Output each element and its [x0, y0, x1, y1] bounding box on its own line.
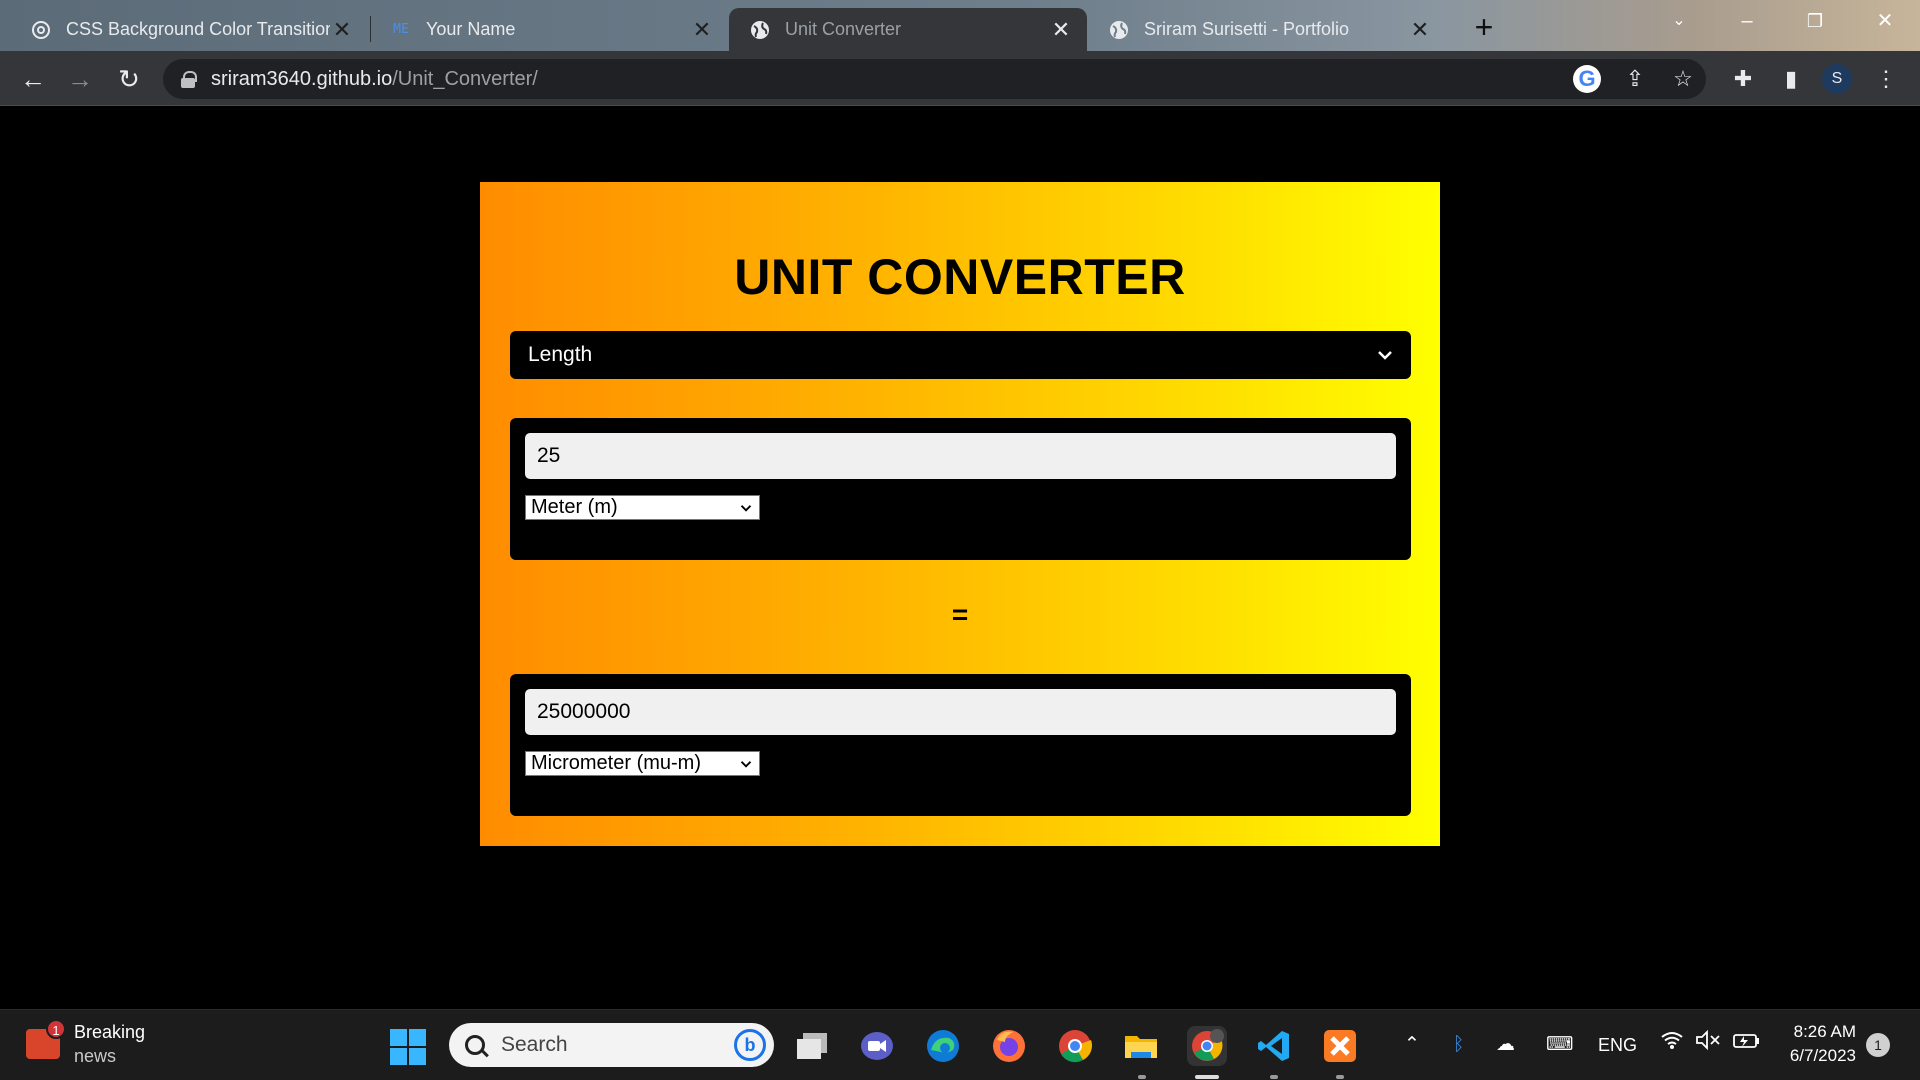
news-widget[interactable]: 1 Breaking news	[26, 1019, 146, 1068]
battery-icon[interactable]	[1732, 1030, 1762, 1060]
extensions-icon[interactable]: ✚	[1727, 63, 1759, 95]
file-explorer-icon[interactable]	[1121, 1026, 1161, 1066]
news-icon: 1	[26, 1019, 66, 1059]
back-button[interactable]: ←	[15, 61, 51, 97]
edge-icon[interactable]	[923, 1026, 963, 1066]
url-path: /Unit_Converter/	[392, 67, 538, 90]
globe-icon	[749, 19, 771, 41]
onedrive-icon[interactable]: ☁	[1496, 1030, 1515, 1060]
measurement-type-select[interactable]: Length	[510, 331, 1411, 379]
taskbar: 1 Breaking news Search b ⌃ ᛒ ☁ ⌨ ENG 8:2…	[0, 1009, 1920, 1080]
close-icon[interactable]: ✕	[1049, 17, 1073, 42]
news-subtitle: news	[74, 1046, 117, 1066]
notification-badge[interactable]: 1	[1866, 1033, 1890, 1057]
from-unit-value: Meter (m)	[531, 496, 618, 518]
close-icon[interactable]: ✕	[1408, 17, 1432, 42]
clock-date: 6/7/2023	[1789, 1046, 1856, 1065]
running-indicator	[1138, 1075, 1146, 1079]
share-icon[interactable]: ⇪	[1621, 65, 1649, 93]
tab-portfolio[interactable]: Sriram Surisetti - Portfolio ✕	[1088, 8, 1446, 51]
reload-button[interactable]: ↻	[111, 61, 147, 97]
active-indicator	[1195, 1075, 1219, 1079]
close-icon[interactable]: ✕	[330, 17, 354, 42]
globe-icon	[1108, 19, 1130, 41]
taskbar-search[interactable]: Search b	[449, 1023, 774, 1067]
from-value-input[interactable]: 25	[525, 433, 1396, 479]
bookmark-star-icon[interactable]: ☆	[1669, 65, 1697, 93]
bing-icon[interactable]: b	[734, 1029, 766, 1061]
vscode-icon[interactable]	[1254, 1026, 1294, 1066]
search-placeholder: Search	[501, 1033, 568, 1056]
tab-title: Unit Converter	[785, 19, 902, 39]
to-value: 25000000	[537, 700, 631, 723]
wifi-icon[interactable]	[1660, 1030, 1684, 1060]
volume-muted-icon[interactable]	[1695, 1029, 1721, 1060]
xampp-icon[interactable]	[1320, 1026, 1360, 1066]
browser-toolbar: ← → ↻ sriram3640.github.io/Unit_Converte…	[0, 51, 1920, 106]
tab-css-background[interactable]: CSS Background Color Transition ✕	[10, 8, 368, 51]
me-icon: ME	[393, 22, 409, 37]
tab-title: Your Name	[426, 19, 516, 39]
chevron-down-icon	[740, 505, 752, 512]
news-badge: 1	[46, 1019, 66, 1039]
to-unit-select[interactable]: Micrometer (mu-m)	[525, 751, 760, 776]
news-title: Breaking	[74, 1022, 146, 1042]
to-value-input[interactable]: 25000000	[525, 689, 1396, 735]
forward-button[interactable]: →	[62, 61, 98, 97]
minimize-button[interactable]: –	[1722, 6, 1772, 36]
keyboard-icon[interactable]: ⌨	[1546, 1030, 1573, 1060]
search-icon	[465, 1035, 485, 1055]
menu-icon[interactable]: ⋮	[1870, 63, 1902, 95]
language-indicator[interactable]: ENG	[1598, 1030, 1637, 1060]
lock-icon	[181, 71, 197, 88]
teams-chat-icon[interactable]	[857, 1026, 897, 1066]
measurement-type-value: Length	[528, 343, 593, 366]
chrome-profile-icon[interactable]	[1187, 1026, 1227, 1066]
tab-title: Sriram Surisetti - Portfolio	[1144, 19, 1350, 39]
chrome-icon[interactable]	[1055, 1026, 1095, 1066]
equals-sign: =	[951, 599, 969, 630]
side-panel-icon[interactable]: ▮	[1775, 63, 1807, 95]
tab-title: CSS Background Color Transition	[66, 19, 330, 39]
google-icon[interactable]: G	[1573, 65, 1601, 93]
to-unit-value: Micrometer (mu-m)	[531, 752, 701, 774]
running-indicator	[1336, 1075, 1344, 1079]
bluetooth-icon[interactable]: ᛒ	[1453, 1030, 1464, 1060]
page-title: UNIT CONVERTER	[734, 249, 1186, 305]
clock-time: 8:26 AM	[1793, 1022, 1856, 1041]
show-hidden-icons[interactable]: ⌃	[1404, 1030, 1420, 1060]
new-tab-button[interactable]: +	[1468, 11, 1500, 44]
clock[interactable]: 8:26 AM 6/7/2023	[1778, 1020, 1856, 1068]
firefox-icon[interactable]	[989, 1026, 1029, 1066]
start-button[interactable]	[390, 1029, 426, 1065]
chevron-down-icon	[1378, 351, 1392, 360]
profile-button[interactable]: S	[1822, 64, 1854, 96]
from-panel: 25 Meter (m)	[510, 418, 1411, 560]
task-view-icon[interactable]	[792, 1026, 832, 1066]
to-panel: 25000000 Micrometer (mu-m)	[510, 674, 1411, 816]
close-window-button[interactable]: ✕	[1860, 6, 1910, 36]
running-indicator	[1270, 1075, 1278, 1079]
converter-card: UNIT CONVERTER Length 25 Meter (m) = 250…	[480, 182, 1440, 846]
url-host: sriram3640.github.io	[211, 67, 393, 90]
tab-search-icon[interactable]: ⌄	[1654, 6, 1704, 36]
avatar: S	[1822, 64, 1852, 94]
restore-button[interactable]: ❐	[1790, 6, 1840, 36]
from-value: 25	[537, 444, 561, 467]
close-icon[interactable]: ✕	[690, 17, 714, 42]
chevron-down-icon	[740, 761, 752, 768]
tab-unit-converter[interactable]: Unit Converter ✕	[729, 8, 1087, 51]
chatgpt-icon	[30, 19, 52, 41]
tab-your-name[interactable]: ME Your Name ✕	[370, 8, 728, 51]
page-content: UNIT CONVERTER Length 25 Meter (m) = 250…	[0, 107, 1920, 1009]
from-unit-select[interactable]: Meter (m)	[525, 495, 760, 520]
address-bar[interactable]: sriram3640.github.io/Unit_Converter/ G ⇪…	[163, 59, 1706, 99]
tab-strip: CSS Background Color Transition ✕ ME You…	[0, 0, 1920, 51]
